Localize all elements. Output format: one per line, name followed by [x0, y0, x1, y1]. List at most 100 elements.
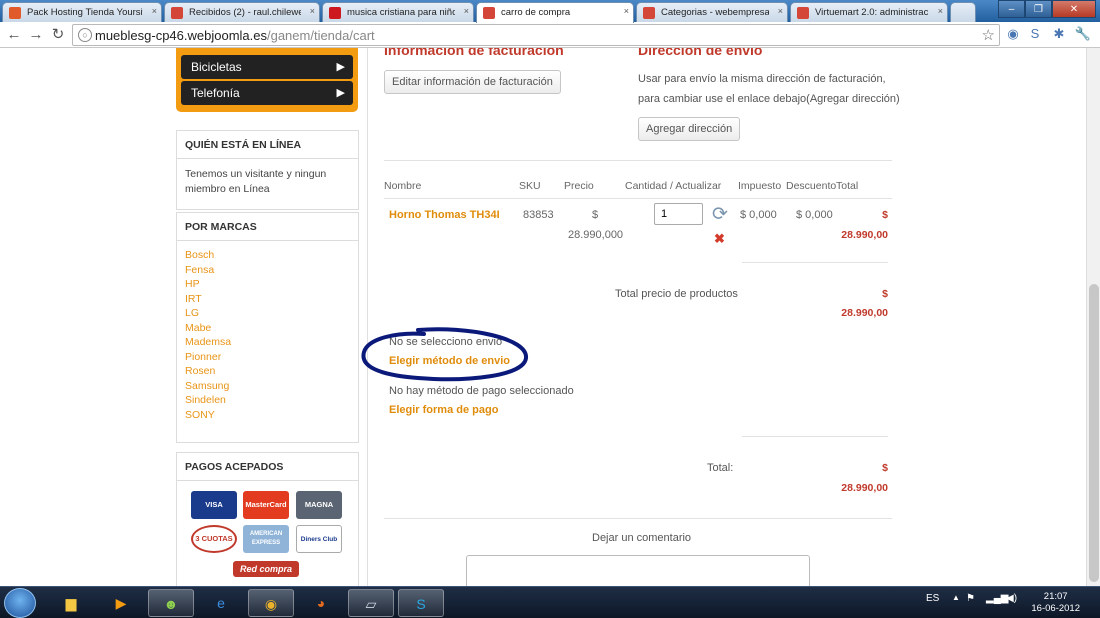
close-icon[interactable]: × — [152, 6, 157, 16]
brand-link[interactable]: Mabe — [185, 321, 350, 336]
wrench-icon[interactable]: 🔧 — [1074, 25, 1092, 43]
bookmark-star-icon[interactable]: ☆ — [982, 26, 995, 44]
people-app-icon[interactable]: ☻ — [148, 589, 194, 617]
col-qty-header: Cantidad / Actualizar — [625, 180, 722, 192]
skype-icon[interactable]: S — [398, 589, 444, 617]
chrome-icon[interactable]: ◉ — [248, 589, 294, 617]
back-arrow-icon[interactable]: ← — [4, 25, 24, 45]
panel-title: POR MARCAS — [177, 213, 358, 241]
webempresa-icon — [797, 7, 809, 19]
col-discount-header: Descuento — [786, 180, 837, 192]
page-scrollbar[interactable] — [1086, 48, 1100, 586]
total-value: 28.990,00 — [841, 482, 888, 494]
browser-tab-active[interactable]: carro de compra × — [476, 2, 634, 23]
brand-link[interactable]: HP — [185, 277, 350, 292]
refresh-icon[interactable]: ⟳ — [712, 203, 728, 226]
close-icon[interactable]: × — [624, 6, 629, 16]
brand-link[interactable]: SONY — [185, 408, 350, 423]
close-icon[interactable]: × — [938, 6, 943, 16]
url-text: mueblesg-cp46.webjoomla.es/ganem/tienda/… — [95, 28, 375, 43]
close-icon[interactable]: × — [310, 6, 315, 16]
close-window-icon[interactable]: ✕ — [1052, 0, 1096, 18]
tab-title: Categorias - webempresa.jc — [661, 7, 769, 18]
shipping-note: Usar para envío la misma dirección de fa… — [638, 73, 886, 85]
menu-item-bicicletas[interactable]: Bicicletas ▶ — [181, 55, 353, 79]
tab-title: carro de compra — [501, 7, 571, 18]
media-player-icon[interactable]: ▶ — [98, 589, 144, 617]
browser-tab[interactable]: Virtuemart 2.0: administrac × — [790, 2, 948, 22]
total-currency: $ — [882, 462, 888, 474]
brand-link[interactable]: LG — [185, 306, 350, 321]
redcompra-logo: Red compra — [233, 561, 299, 577]
divider — [742, 436, 888, 437]
tray-expand-icon[interactable]: ▲ — [952, 593, 960, 602]
explorer-folder-icon[interactable]: ▆ — [48, 589, 94, 617]
comment-textarea[interactable] — [466, 555, 810, 586]
col-total-header: Total — [836, 180, 859, 192]
menu-item-telefonia[interactable]: Telefonía ▶ — [181, 81, 353, 105]
play-arrow-icon: ▶ — [336, 61, 345, 73]
close-icon[interactable]: × — [464, 6, 469, 16]
internet-explorer-icon[interactable]: e — [198, 589, 244, 617]
product-discount: $ 0,000 — [796, 209, 833, 221]
notepad-icon[interactable]: ▱ — [348, 589, 394, 617]
amex-logo: AMERICAN EXPRESS — [243, 525, 289, 553]
choose-payment-link[interactable]: Elegir forma de pago — [389, 404, 498, 416]
play-arrow-icon: ▶ — [336, 87, 345, 99]
extension-icon[interactable]: ◉ — [1004, 25, 1022, 43]
visa-card-logo: VISA — [191, 491, 237, 519]
browser-toolbar: ← → ↻ ○ mueblesg-cp46.webjoomla.es/ganem… — [0, 22, 1100, 48]
minimize-icon[interactable]: – — [998, 0, 1025, 18]
clock[interactable]: 21:07 16-06-2012 — [1031, 591, 1080, 615]
delete-icon[interactable]: ✖ — [714, 231, 725, 247]
browser-tab[interactable]: musica cristiana para niños × — [322, 2, 474, 22]
browser-tab[interactable]: Recibidos (2) - raul.chilewel × — [164, 2, 320, 22]
language-indicator[interactable]: ES — [926, 593, 939, 604]
volume-icon[interactable]: ◀) — [1006, 593, 1017, 604]
extension-icon[interactable]: ✱ — [1050, 25, 1068, 43]
col-tax-header: Impuesto — [738, 180, 782, 192]
edit-billing-button[interactable]: Editar información de facturación — [384, 70, 561, 94]
shipping-note: para cambiar use el enlace debajo(Agrega… — [638, 93, 900, 105]
brand-link[interactable]: Pionner — [185, 350, 350, 365]
action-center-icon[interactable]: ⚑ — [966, 593, 975, 604]
item-total-currency: $ — [882, 209, 888, 221]
price-currency: $ — [592, 209, 599, 221]
product-price: 28.990,000 — [568, 229, 624, 241]
firefox-icon[interactable]: ◕ — [298, 589, 344, 617]
panel-title: QUIÉN ESTÁ EN LÍNEA — [177, 131, 358, 159]
browser-tab[interactable]: Pack Hosting Tienda Yoursit × — [2, 2, 162, 22]
brand-link[interactable]: Mademsa — [185, 335, 350, 350]
cart-content: Información de facturación Dirección de … — [361, 48, 907, 586]
forward-arrow-icon[interactable]: → — [26, 25, 46, 45]
webempresa-icon — [483, 7, 495, 19]
address-bar[interactable]: ○ mueblesg-cp46.webjoomla.es/ganem/tiend… — [72, 24, 1000, 46]
brand-link[interactable]: Samsung — [185, 379, 350, 394]
page-viewport: Bicicletas ▶ Telefonía ▶ QUIÉN ESTÁ EN L… — [0, 48, 1086, 586]
scrollbar-thumb[interactable] — [1089, 284, 1099, 582]
brand-link[interactable]: Sindelen — [185, 393, 350, 408]
online-text: Tenemos un visitante y ningun miembro en… — [185, 168, 327, 195]
add-address-button[interactable]: Agregar dirección — [638, 117, 741, 141]
brand-link[interactable]: Bosch — [185, 248, 350, 263]
quantity-input[interactable] — [654, 203, 703, 225]
tab-title: Virtuemart 2.0: administrac — [815, 7, 929, 18]
webempresa-icon — [643, 7, 655, 19]
youtube-icon — [329, 7, 341, 19]
windows-start-button[interactable] — [4, 588, 36, 618]
product-tax: $ 0,000 — [740, 209, 777, 221]
comment-label: Dejar un comentario — [592, 532, 692, 544]
tab-title: musica cristiana para niños — [347, 7, 455, 18]
browser-tab[interactable]: Categorias - webempresa.jc × — [636, 2, 788, 22]
close-icon[interactable]: × — [778, 6, 783, 16]
brand-link[interactable]: IRT — [185, 292, 350, 307]
skype-extension-icon[interactable]: S — [1026, 25, 1044, 43]
page-icon: ○ — [78, 28, 92, 42]
reload-icon[interactable]: ↻ — [48, 25, 68, 45]
product-link[interactable]: Horno Thomas TH34I — [389, 209, 500, 221]
brand-link[interactable]: Fensa — [185, 263, 350, 278]
menu-item-label: Telefonía — [191, 86, 240, 100]
new-tab-button[interactable] — [950, 2, 976, 22]
maximize-icon[interactable]: ❐ — [1025, 0, 1052, 18]
brand-link[interactable]: Rosen — [185, 364, 350, 379]
